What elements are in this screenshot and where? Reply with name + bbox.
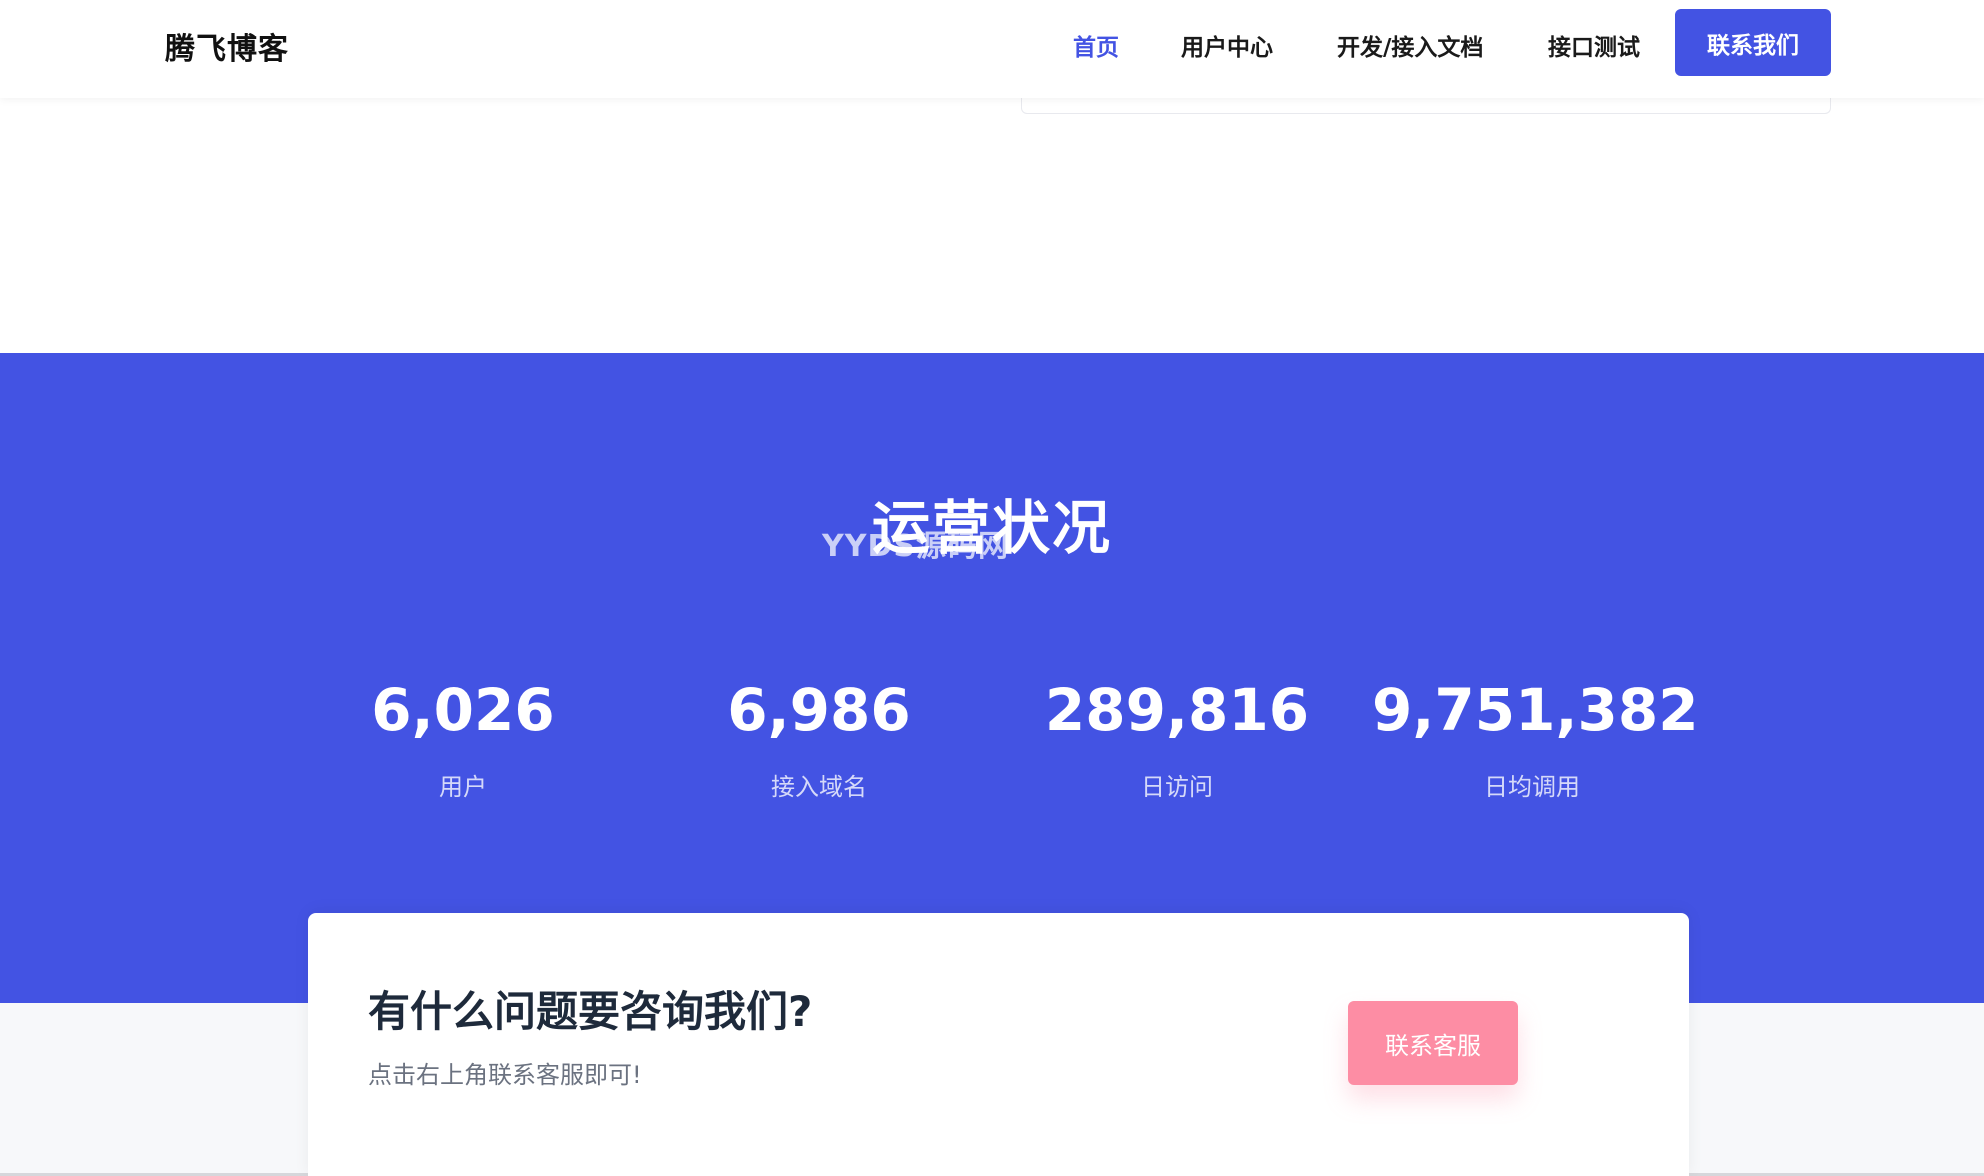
stat-value: 9,751,382 (1372, 676, 1699, 744)
site-brand-logo[interactable]: 腾飞博客 (165, 24, 289, 68)
stat-daily-calls: 9,751,382 日均调用 (1372, 675, 1699, 802)
stat-value: 6,026 (371, 676, 555, 744)
site-header: 腾飞博客 首页 用户中心 开发/接入文档 接口测试 联系我们 (0, 0, 1984, 98)
nav-api-test[interactable]: 接口测试 (1548, 28, 1640, 62)
contact-support-button[interactable]: 联系客服 (1348, 1001, 1518, 1085)
stat-users: 6,026 用户 (303, 675, 623, 802)
nav-home[interactable]: 首页 (1073, 28, 1119, 62)
stat-label: 日均调用 (1484, 773, 1580, 801)
stat-label: 日访问 (1141, 773, 1213, 801)
stat-value: 6,986 (727, 676, 911, 744)
page: 腾飞博客 首页 用户中心 开发/接入文档 接口测试 联系我们 运营状况 YYDS… (0, 0, 1984, 1176)
contact-us-button[interactable]: 联系我们 (1675, 9, 1831, 76)
watermark-text: YYDS源码网 (822, 529, 1009, 564)
stat-value: 289,816 (1044, 676, 1310, 744)
stat-daily-visits: 289,816 日访问 (1017, 675, 1337, 802)
consult-title: 有什么问题要咨询我们? (368, 987, 813, 1036)
stat-label: 用户 (439, 773, 487, 801)
stat-label: 接入域名 (771, 773, 867, 801)
stat-domains: 6,986 接入域名 (659, 675, 979, 802)
consult-subtitle: 点击右上角联系客服即可! (368, 1061, 642, 1089)
consult-card: 有什么问题要咨询我们? 点击右上角联系客服即可! 联系客服 (308, 913, 1689, 1176)
nav-dev-docs[interactable]: 开发/接入文档 (1337, 28, 1483, 62)
operations-stats-section: 运营状况 YYDS源码网 6,026 用户 6,986 接入域名 289,816… (0, 353, 1984, 1003)
nav-user-center[interactable]: 用户中心 (1181, 28, 1273, 62)
